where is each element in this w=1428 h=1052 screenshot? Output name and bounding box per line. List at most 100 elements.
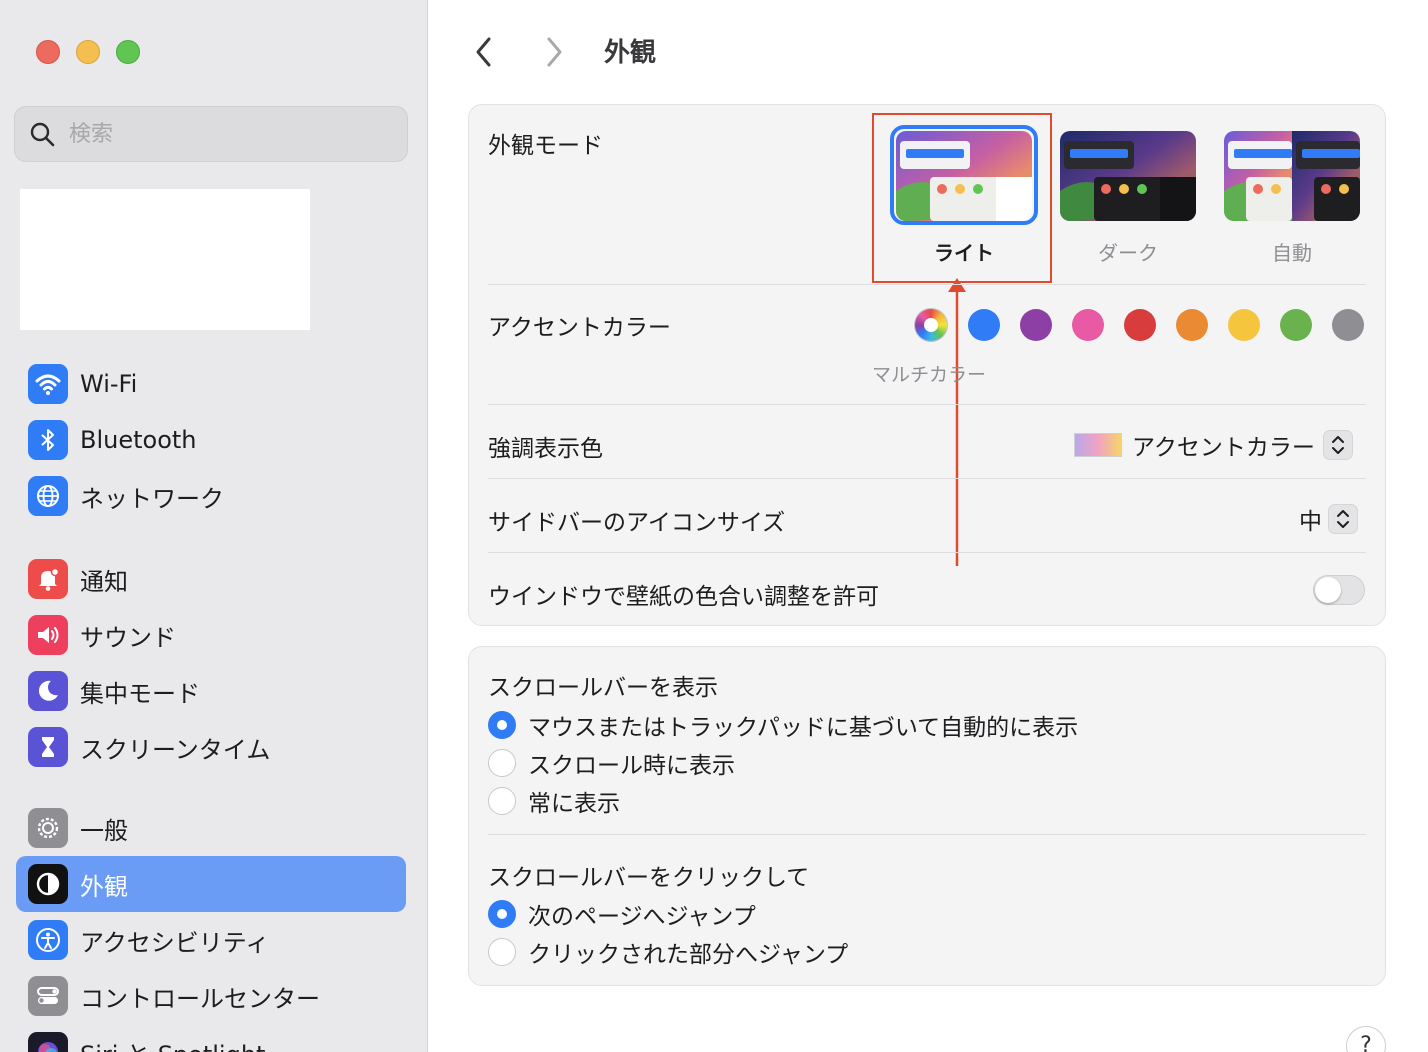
sidebar-item-wifi[interactable]: Wi-Fi bbox=[16, 356, 406, 412]
accent-swatch-pink[interactable] bbox=[1072, 309, 1104, 341]
sidebar-item-appearance[interactable]: 外観 bbox=[16, 856, 406, 912]
chevron-up-down-icon bbox=[1328, 504, 1358, 534]
radio-button bbox=[488, 900, 516, 928]
highlight-color-value: アクセントカラー bbox=[1132, 435, 1315, 461]
chevron-left-icon bbox=[476, 37, 491, 67]
radio-label: 次のページへジャンプ bbox=[528, 904, 756, 930]
radio-show-always[interactable]: 常に表示 bbox=[488, 784, 620, 818]
radio-label: マウスまたはトラックパッドに基づいて自動的に表示 bbox=[528, 715, 1079, 741]
mode-label-auto: 自動 bbox=[1272, 241, 1312, 265]
sidebar: Wi-Fi Bluetooth ネットワーク 通知 サウンド bbox=[0, 0, 428, 1052]
radio-button bbox=[488, 938, 516, 966]
search-icon bbox=[30, 122, 55, 147]
sidebar-search[interactable] bbox=[14, 106, 408, 162]
forward-button[interactable] bbox=[536, 32, 572, 72]
sidebar-icon-size-label: サイドバーのアイコンサイズ bbox=[488, 510, 786, 536]
speaker-icon bbox=[28, 615, 68, 655]
toggle-knob bbox=[1315, 577, 1341, 603]
accent-swatch-purple[interactable] bbox=[1020, 309, 1052, 341]
sidebar-item-label: アクセシビリティ bbox=[80, 928, 270, 957]
mode-label-dark: ダーク bbox=[1098, 241, 1158, 265]
accent-swatch-red[interactable] bbox=[1124, 309, 1156, 341]
wallpaper-tinting-label: ウインドウで壁紙の色合い調整を許可 bbox=[488, 584, 879, 610]
sidebar-item-bluetooth[interactable]: Bluetooth bbox=[16, 412, 406, 468]
sidebar-item-screen-time[interactable]: スクリーンタイム bbox=[16, 719, 406, 775]
bell-icon bbox=[28, 559, 68, 599]
sidebar-item-sound[interactable]: サウンド bbox=[16, 607, 406, 663]
appearance-icon bbox=[28, 864, 68, 904]
sidebar-item-label: Siri と Spotlight bbox=[80, 1035, 265, 1052]
accent-color-label: アクセントカラー bbox=[488, 315, 671, 341]
globe-icon bbox=[28, 476, 68, 516]
accent-swatch-multicolor[interactable] bbox=[915, 309, 947, 341]
moon-icon bbox=[28, 671, 68, 711]
accessibility-icon bbox=[28, 920, 68, 960]
divider bbox=[488, 834, 1366, 835]
show-scrollbars-label: スクロールバーを表示 bbox=[488, 675, 718, 701]
sidebar-item-label: サウンド bbox=[80, 623, 176, 652]
toggles-icon bbox=[28, 976, 68, 1016]
accent-swatch-graphite[interactable] bbox=[1332, 309, 1364, 341]
account-profile-redacted[interactable] bbox=[20, 189, 310, 330]
divider bbox=[488, 284, 1366, 285]
sidebar-item-focus[interactable]: 集中モード bbox=[16, 663, 406, 719]
sidebar-item-label: 通知 bbox=[80, 567, 128, 596]
sidebar-item-label: スクリーンタイム bbox=[80, 735, 271, 764]
sidebar-group-system: 一般 外観 アクセシビリティ コントロールセンター Siri と Spotlig… bbox=[16, 800, 406, 1052]
accent-swatch-blue[interactable] bbox=[968, 309, 1000, 341]
sidebar-item-general[interactable]: 一般 bbox=[16, 800, 406, 856]
back-button[interactable] bbox=[466, 32, 502, 72]
annotation-highlight-box bbox=[872, 113, 1052, 283]
sidebar-item-accessibility[interactable]: アクセシビリティ bbox=[16, 912, 406, 968]
wallpaper-tinting-toggle[interactable] bbox=[1313, 575, 1365, 605]
chevron-right-icon bbox=[547, 37, 562, 67]
radio-jump-next-page[interactable]: 次のページへジャンプ bbox=[488, 897, 756, 931]
sidebar-group-network: Wi-Fi Bluetooth ネットワーク bbox=[16, 356, 406, 524]
sidebar-item-notifications[interactable]: 通知 bbox=[16, 551, 406, 607]
sidebar-group-notifications: 通知 サウンド 集中モード スクリーンタイム bbox=[16, 551, 406, 775]
divider bbox=[488, 404, 1366, 405]
hourglass-icon bbox=[28, 727, 68, 767]
sidebar-item-network[interactable]: ネットワーク bbox=[16, 468, 406, 524]
zoom-window-button[interactable] bbox=[116, 40, 140, 64]
mode-option-auto[interactable] bbox=[1224, 131, 1360, 221]
radio-label: クリックされた部分へジャンプ bbox=[528, 942, 849, 968]
sidebar-item-control-center[interactable]: コントロールセンター bbox=[16, 968, 406, 1024]
sidebar-item-siri-spotlight[interactable]: Siri と Spotlight bbox=[16, 1024, 406, 1052]
highlight-color-select[interactable]: アクセントカラー bbox=[1074, 428, 1353, 462]
radio-label: スクロール時に表示 bbox=[528, 753, 735, 779]
radio-button bbox=[488, 787, 516, 815]
sidebar-icon-size-value: 中 bbox=[1299, 509, 1322, 535]
toolbar: 外観 bbox=[428, 0, 1428, 100]
accent-swatch-green[interactable] bbox=[1280, 309, 1312, 341]
siri-icon bbox=[28, 1032, 68, 1052]
chevron-up-down-icon bbox=[1322, 430, 1353, 460]
sidebar-icon-size-select[interactable]: 中 bbox=[1299, 502, 1358, 536]
sidebar-item-label: Wi-Fi bbox=[80, 370, 138, 398]
minimize-window-button[interactable] bbox=[76, 40, 100, 64]
highlight-color-label: 強調表示色 bbox=[488, 436, 603, 462]
mode-option-dark[interactable] bbox=[1060, 131, 1196, 221]
bluetooth-icon bbox=[28, 420, 68, 460]
help-button[interactable]: ? bbox=[1346, 1026, 1386, 1052]
search-input[interactable] bbox=[69, 121, 389, 147]
accent-swatch-orange[interactable] bbox=[1176, 309, 1208, 341]
click-scrollbar-label: スクロールバーをクリックして bbox=[488, 865, 810, 891]
radio-button bbox=[488, 711, 516, 739]
sidebar-item-label: ネットワーク bbox=[80, 484, 224, 513]
close-window-button[interactable] bbox=[36, 40, 60, 64]
page-title: 外観 bbox=[604, 38, 657, 68]
radio-label: 常に表示 bbox=[528, 791, 620, 817]
sidebar-item-label: 外観 bbox=[80, 872, 128, 901]
accent-swatch-yellow[interactable] bbox=[1228, 309, 1260, 341]
appearance-mode-label: 外観モード bbox=[488, 133, 603, 159]
gear-icon bbox=[28, 808, 68, 848]
divider bbox=[488, 552, 1366, 553]
window-controls bbox=[36, 40, 140, 64]
sidebar-item-label: 一般 bbox=[80, 816, 128, 845]
radio-jump-clicked-spot[interactable]: クリックされた部分へジャンプ bbox=[488, 935, 848, 969]
radio-button bbox=[488, 749, 516, 777]
wifi-icon bbox=[28, 364, 68, 404]
radio-show-when-scrolling[interactable]: スクロール時に表示 bbox=[488, 746, 735, 780]
radio-show-automatic[interactable]: マウスまたはトラックパッドに基づいて自動的に表示 bbox=[488, 708, 1078, 742]
